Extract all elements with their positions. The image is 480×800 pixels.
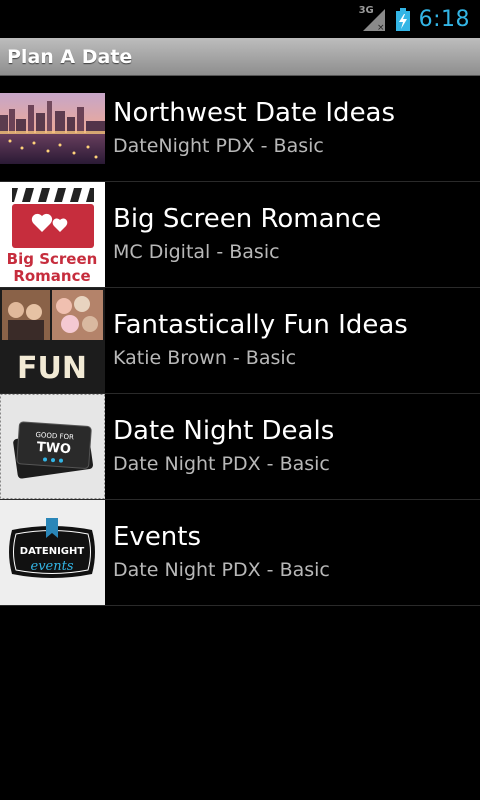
logo-text-datenight: DATENIGHT: [20, 546, 85, 557]
item-title: Big Screen Romance: [113, 204, 382, 234]
svg-text:×: ×: [377, 23, 385, 33]
item-title: Events: [113, 522, 202, 552]
item-title: Date Night Deals: [113, 416, 335, 446]
item-subtitle: Date Night PDX - Basic: [113, 559, 330, 581]
item-title: Northwest Date Ideas: [113, 98, 396, 128]
events-badge-image: DATENIGHT events: [0, 500, 105, 605]
status-bar: 3G × 6:18: [0, 0, 480, 38]
city-waterfront-image: [0, 93, 105, 164]
list-item[interactable]: DATENIGHT events Events Date Night PDX -…: [0, 500, 480, 606]
clock: 6:18: [418, 6, 470, 32]
logo-text-events: events: [31, 559, 74, 574]
list-item[interactable]: FUN Fantastically Fun Ideas Katie Brown …: [0, 288, 480, 394]
list-item[interactable]: GOOD FOR TWO Date Night Deals Date Night…: [0, 394, 480, 500]
logo-text-line2: Romance: [13, 267, 90, 285]
logo-text-fun: FUN: [17, 351, 87, 386]
status-icons: 3G × 6:18: [359, 0, 470, 38]
page-title: Plan A Date: [7, 46, 133, 68]
logo-text-two: TWO: [36, 440, 71, 457]
date-list: Northwest Date Ideas DateNight PDX - Bas…: [0, 76, 480, 606]
item-subtitle: Katie Brown - Basic: [113, 347, 297, 369]
fun-collage-image: FUN: [0, 288, 105, 393]
clapperboard-heart-image: Big Screen Romance: [0, 182, 105, 287]
list-item[interactable]: Northwest Date Ideas DateNight PDX - Bas…: [0, 76, 480, 182]
title-bar: Plan A Date: [0, 38, 480, 76]
signal-icon: 3G ×: [359, 5, 387, 33]
item-subtitle: Date Night PDX - Basic: [113, 453, 330, 475]
tickets-image: GOOD FOR TWO: [0, 394, 105, 499]
list-item[interactable]: Big Screen Romance Big Screen Romance MC…: [0, 182, 480, 288]
item-subtitle: DateNight PDX - Basic: [113, 135, 324, 157]
item-subtitle: MC Digital - Basic: [113, 241, 280, 263]
battery-icon: [395, 5, 411, 33]
item-title: Fantastically Fun Ideas: [113, 310, 408, 340]
logo-text-line1: Big Screen: [7, 250, 98, 268]
